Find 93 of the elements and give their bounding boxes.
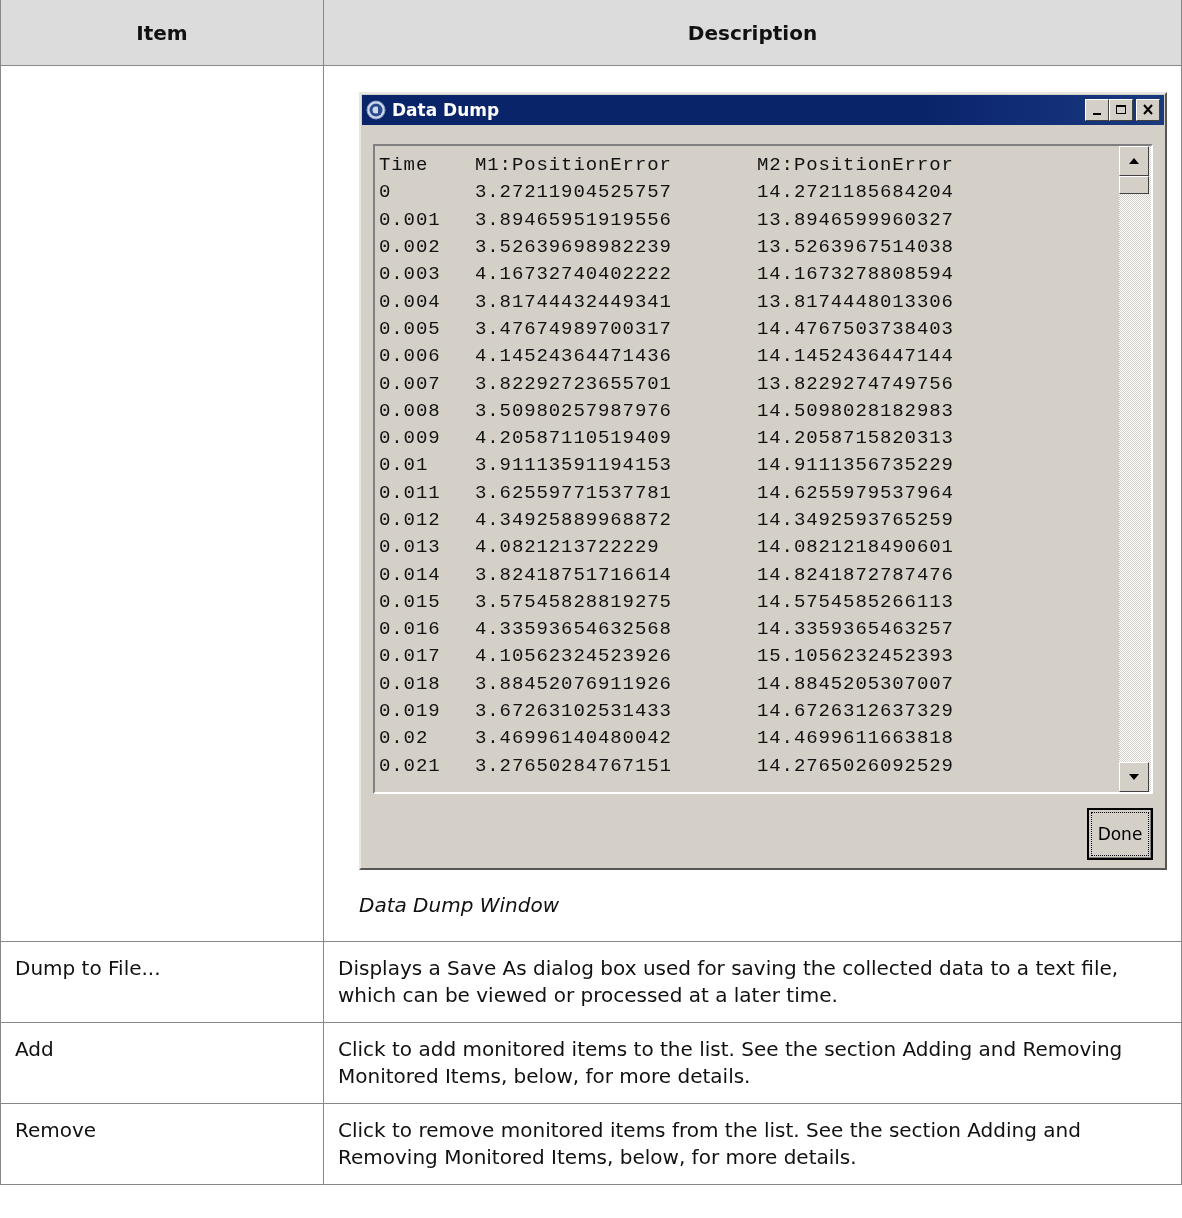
list-cell-text: 0.008 bbox=[379, 398, 442, 424]
list-cell-text: 0.015 bbox=[379, 589, 442, 615]
list-cell-text: 0.017 bbox=[379, 644, 442, 670]
table-cell: Displays a Save As dialog box used for saving the collected data to a text file, which can be viewed or processed at a later time. bbox=[323, 942, 1181, 1023]
list-cell-text: 3.27650284767151 bbox=[475, 753, 673, 779]
list-cell-text: 14.6255979537964 bbox=[757, 480, 955, 506]
scrollbar[interactable] bbox=[1119, 146, 1151, 792]
list-cell-text: 0.005 bbox=[379, 316, 442, 342]
maximize-icon bbox=[1114, 104, 1128, 116]
list-cell-text: 13.8946599960327 bbox=[757, 207, 955, 233]
list-cell-text: 14.2765026092529 bbox=[757, 753, 955, 779]
list-cell-text: 4.16732740402222 bbox=[475, 262, 673, 288]
list-cell-text: 0.018 bbox=[379, 671, 442, 697]
list-cell-text: 4.0821213722229 bbox=[475, 535, 661, 561]
list-cell-text: 0.012 bbox=[379, 508, 442, 533]
list-cell-text: 14.8845205307007 bbox=[757, 671, 955, 697]
scroll-down-button[interactable] bbox=[1119, 762, 1149, 792]
minimize-button[interactable] bbox=[1085, 99, 1109, 121]
list-cell-text: 3.52639698982239 bbox=[475, 235, 673, 261]
list-cell-text: 14.0821218490601 bbox=[757, 535, 955, 561]
list-header: M2:PositionError bbox=[757, 153, 955, 179]
list-cell-text: 14.5754585266113 bbox=[757, 589, 955, 615]
list-header: Time bbox=[379, 153, 430, 179]
list-cell-text: 14.3359365463257 bbox=[757, 617, 955, 643]
list-cell-text: 3.62559771537781 bbox=[475, 480, 673, 506]
list-cell-text: 3.50980257987976 bbox=[475, 398, 673, 424]
list-cell-text: 0.001 bbox=[379, 207, 442, 233]
list-cell-text: 14.5098028182983 bbox=[757, 398, 955, 424]
list-cell-text: 14.3492593765259 bbox=[757, 508, 955, 533]
list-cell-text: 0.019 bbox=[379, 699, 442, 725]
list-cell-text: 3.91113591194153 bbox=[475, 453, 673, 479]
close-button[interactable] bbox=[1136, 99, 1160, 121]
list-cell-text: 4.33593654632568 bbox=[475, 617, 673, 643]
list-cell-text: 4.10562324523926 bbox=[475, 644, 673, 670]
list-cell-text: 0.011 bbox=[379, 480, 442, 506]
list-cell-text: 3.46996140480042 bbox=[475, 726, 673, 752]
list-cell-text: 14.4699611663818 bbox=[757, 726, 955, 752]
list-cell-text: 13.8229274749756 bbox=[757, 371, 955, 397]
close-icon bbox=[1141, 104, 1155, 116]
list-cell-text: 13.8174448013306 bbox=[757, 289, 955, 315]
list-header: M1:PositionError bbox=[475, 153, 673, 179]
list-cell-text: 3.88452076911926 bbox=[475, 671, 673, 697]
list-cell-text: 14.2058715820313 bbox=[757, 426, 955, 452]
list-cell-text: 0.01 bbox=[379, 453, 430, 479]
list-cell-text: 3.82292723655701 bbox=[475, 371, 673, 397]
done-button[interactable]: Done bbox=[1087, 808, 1153, 860]
list-cell-text: 3.47674989700317 bbox=[475, 316, 673, 342]
list-cell-text: 14.1673278808594 bbox=[757, 262, 955, 288]
list-cell-text: 14.9111356735229 bbox=[757, 453, 955, 479]
app-icon bbox=[366, 100, 386, 120]
list-cell-text: 4.14524364471436 bbox=[475, 344, 673, 370]
list-cell-text: 0.016 bbox=[379, 617, 442, 643]
list-cell-text: 0 bbox=[379, 180, 393, 206]
list-cell-text: 0.009 bbox=[379, 426, 442, 452]
list-cell-text: 0.021 bbox=[379, 753, 442, 779]
list-cell-text: 3.57545828819275 bbox=[475, 589, 673, 615]
column-header: Item bbox=[1, 0, 323, 66]
scroll-up-button[interactable] bbox=[1119, 146, 1149, 176]
list-cell-text: 14.6726312637329 bbox=[757, 699, 955, 725]
table-cell: Dump to File... bbox=[1, 942, 323, 1023]
list-cell-text: 3.27211904525757 bbox=[475, 180, 673, 206]
list-cell-text: 14.1452436447144 bbox=[757, 344, 955, 370]
scroll-thumb[interactable] bbox=[1119, 176, 1149, 194]
list-cell-text: 13.5263967514038 bbox=[757, 235, 955, 261]
list-cell-text: 4.20587110519409 bbox=[475, 426, 673, 452]
list-cell-text: 15.1056232452393 bbox=[757, 644, 955, 670]
list-cell-text: 3.89465951919556 bbox=[475, 207, 673, 233]
list-cell-text: 0.007 bbox=[379, 371, 442, 397]
table-cell: Click to remove monitored items from the list. See the section Adding and Removing Monitored Items, below, for more details. bbox=[323, 1104, 1181, 1185]
list-cell-text: 3.81744432449341 bbox=[475, 289, 673, 315]
list-cell-text: 0.004 bbox=[379, 289, 442, 315]
list-cell-text: 0.014 bbox=[379, 562, 442, 588]
list-cell-text: 14.2721185684204 bbox=[757, 180, 955, 206]
list-cell-text: 3.82418751716614 bbox=[475, 562, 673, 588]
list-cell-text: 0.002 bbox=[379, 235, 442, 261]
window-title: Data Dump bbox=[392, 98, 501, 122]
list-cell-text: 0.006 bbox=[379, 344, 442, 370]
list-cell-text: 3.67263102531433 bbox=[475, 699, 673, 725]
list-cell-text: 0.003 bbox=[379, 262, 442, 288]
down-arrow-icon bbox=[1128, 773, 1140, 781]
minimize-icon bbox=[1093, 113, 1101, 115]
table-cell: Click to add monitored items to the list. See the section Adding and Removing Monitored Items, below, for more details. bbox=[323, 1023, 1181, 1104]
maximize-button[interactable] bbox=[1109, 99, 1133, 121]
table-cell: Add bbox=[1, 1023, 323, 1104]
figure-caption: Data Dump Window bbox=[359, 892, 561, 919]
list-cell-text: 0.02 bbox=[379, 726, 430, 752]
column-header: Description bbox=[323, 0, 1181, 66]
list-cell-text: 14.8241872787476 bbox=[757, 562, 955, 588]
list-cell-text: 4.34925889968872 bbox=[475, 508, 673, 533]
list-cell-text: 0.013 bbox=[379, 535, 442, 561]
list-cell-text: 14.4767503738403 bbox=[757, 316, 955, 342]
table-cell: Remove bbox=[1, 1104, 323, 1185]
up-arrow-icon bbox=[1128, 157, 1140, 165]
